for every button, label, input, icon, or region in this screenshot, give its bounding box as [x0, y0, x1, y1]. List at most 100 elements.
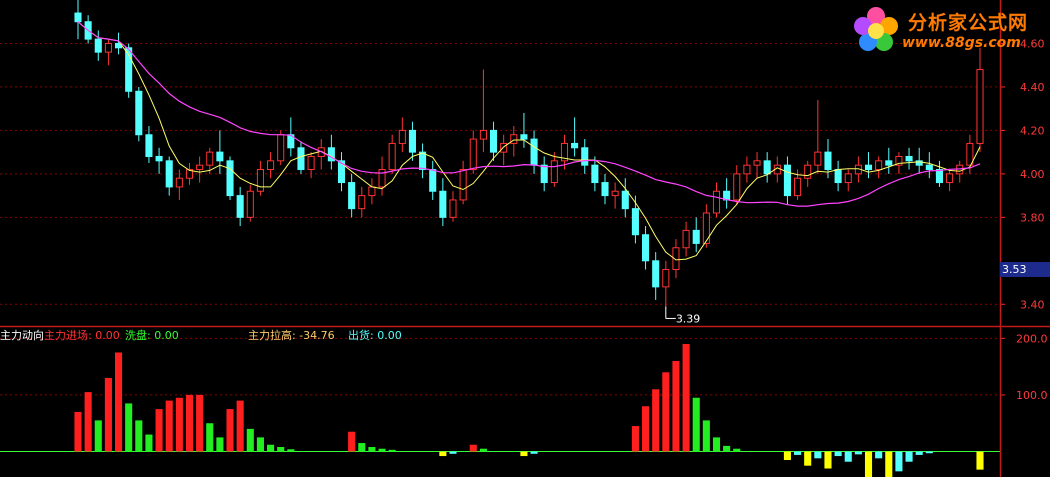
- candle-body: [642, 234, 650, 262]
- candle-body: [530, 138, 538, 166]
- candle-body: [256, 169, 264, 192]
- indicator-bar: [185, 394, 194, 452]
- logo-url: www.88gs.com: [902, 35, 1021, 51]
- indicator-bar: [439, 451, 447, 457]
- candle-body: [74, 12, 82, 23]
- indicator-bar: [74, 411, 82, 452]
- candle-body: [935, 169, 944, 184]
- indicator-name: 主力动向: [0, 329, 44, 342]
- indicator-bar: [814, 451, 822, 459]
- candle-body: [429, 169, 437, 192]
- candle-body: [297, 147, 305, 171]
- stock-chart-window: 3.39 4.60 4.40 4.20 4.00 3.80 3.40 200.0 100.0 …: [0, 0, 1050, 477]
- candle-body: [875, 160, 883, 171]
- indicator-bar: [114, 352, 123, 452]
- price-tick-label: 4.40: [1020, 81, 1045, 94]
- price-tick-label: 4.20: [1020, 124, 1045, 137]
- candle-body: [540, 164, 548, 184]
- indicator-bar: [358, 443, 366, 452]
- candle-body: [510, 134, 518, 144]
- indicator-bar: [925, 451, 933, 454]
- indicator-bar: [104, 377, 112, 452]
- candle-body: [469, 138, 477, 171]
- indicator-bar: [895, 451, 903, 472]
- candle-body: [439, 190, 447, 218]
- candle-body: [216, 151, 224, 162]
- indicator-bar: [804, 451, 812, 466]
- indicator-bar: [206, 423, 214, 452]
- candle-body: [652, 260, 660, 288]
- candle-body: [277, 134, 285, 162]
- candle-body: [358, 195, 366, 210]
- candle-body: [155, 155, 163, 162]
- indicator-bar: [155, 409, 163, 452]
- candle-body: [885, 160, 893, 166]
- indicator-bar: [348, 431, 356, 452]
- candle-body: [591, 164, 599, 184]
- candle-body: [94, 38, 102, 53]
- candle-body: [145, 134, 153, 157]
- indicator-bar: [642, 406, 650, 452]
- indicator-bar: [824, 451, 832, 469]
- indicator-bar: [287, 449, 295, 452]
- candle-body: [246, 190, 254, 218]
- candle-body: [206, 151, 214, 166]
- indicator-bar: [469, 444, 477, 452]
- candle-body: [631, 208, 639, 236]
- candle-body: [520, 134, 528, 140]
- candle-body: [368, 186, 376, 197]
- candles: [74, 0, 984, 307]
- ma-long-line: [77, 21, 981, 207]
- candle-body: [702, 212, 710, 244]
- grid: [0, 42, 1000, 453]
- candle-body: [267, 160, 275, 171]
- indicator-bar: [844, 451, 852, 462]
- indicator-bar: [854, 451, 862, 455]
- candle-body: [783, 164, 791, 197]
- site-logo: 分析家公式网 www.88gs.com: [848, 2, 1048, 58]
- candle-body: [743, 164, 751, 175]
- candle-body: [104, 42, 112, 53]
- indicator-bar: [864, 451, 873, 477]
- indicator-bar: [915, 451, 923, 455]
- indicator-bars: [74, 343, 984, 477]
- price-tick-label: 3.80: [1020, 211, 1045, 224]
- ma-short-line: [77, 21, 981, 261]
- moving-average-lines: [77, 21, 981, 261]
- flower-logo-icon: [854, 7, 898, 51]
- candle-body: [712, 190, 721, 214]
- candle-body: [794, 177, 802, 197]
- low-price-label: 3.39: [676, 312, 701, 325]
- indicator-tick-label: 200.0: [1016, 332, 1048, 345]
- candle-body: [550, 160, 558, 184]
- indicator-bar: [631, 426, 639, 452]
- indicator-bar: [135, 420, 143, 452]
- indicator-bar: [692, 397, 700, 452]
- chart-canvas: 3.39 4.604.404.204.003.803.40200.0100.0: [0, 0, 1050, 477]
- candle-body: [165, 160, 173, 188]
- indicator-bar: [267, 444, 275, 452]
- candle-body: [571, 142, 579, 149]
- candle-body: [408, 129, 416, 153]
- candle-body: [804, 164, 812, 179]
- candle-body: [763, 160, 771, 175]
- candle-body: [419, 151, 427, 171]
- indicator-bar: [783, 451, 791, 461]
- indicator-bar: [246, 428, 254, 452]
- indicator-bar: [834, 451, 842, 457]
- indicator-bar: [885, 451, 893, 477]
- candle-body: [753, 160, 761, 166]
- price-tick-label: 3.40: [1020, 298, 1045, 311]
- candle-body: [135, 90, 143, 136]
- indicator-bar: [125, 403, 133, 452]
- candle-body: [449, 199, 457, 218]
- logo-title: 分析家公式网: [908, 12, 1029, 34]
- candle-body: [611, 190, 619, 197]
- candle-body: [175, 177, 183, 188]
- candle-body: [489, 129, 498, 153]
- candle-body: [692, 229, 700, 244]
- candle-body: [976, 69, 984, 144]
- indicator-bar: [662, 372, 670, 452]
- indicator-bar: [672, 360, 680, 452]
- candle-body: [459, 169, 467, 201]
